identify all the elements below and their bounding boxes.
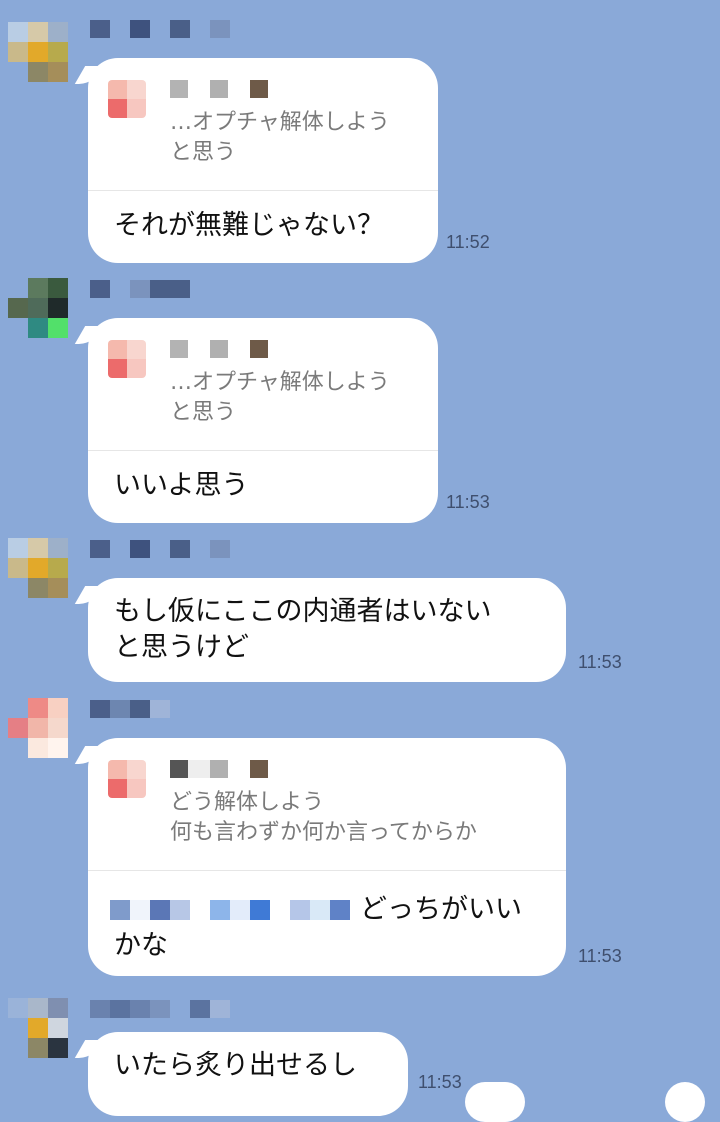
message-bubble[interactable]: いたら炙り出せるし <box>88 1032 408 1116</box>
sender-name-redacted <box>90 700 170 718</box>
message-bubble-partial[interactable] <box>465 1082 525 1122</box>
chat-message-list[interactable]: …オプチャ解体しよう と思う それが無難じゃない？ 11:52 …オプチャ解体し… <box>0 0 720 1122</box>
message-timestamp: 11:53 <box>446 492 490 512</box>
sender-name-redacted <box>90 280 190 298</box>
reply-quote[interactable]: …オプチャ解体しよう と思う <box>88 318 438 451</box>
reply-quote[interactable]: どう解体しよう 何も言わずか何か言ってからか <box>88 738 566 871</box>
message-text: いたら炙り出せるし <box>114 1050 357 1081</box>
reply-quote-text: …オプチャ解体しよう と思う <box>170 370 390 425</box>
reply-quote-text: どう解体しよう 何も言わずか何か言ってからか <box>170 790 477 845</box>
message-timestamp: 11:53 <box>578 652 622 672</box>
message-bubble[interactable]: …オプチャ解体しよう と思う いいよ思う <box>88 318 438 523</box>
sender-avatar[interactable] <box>8 698 68 758</box>
message-timestamp: 11:53 <box>418 1072 462 1092</box>
sender-name-redacted <box>90 540 230 558</box>
message-text: それが無難じゃない？ <box>114 210 384 241</box>
message-text: どっちがいい かな <box>114 894 522 961</box>
reply-sender-name-redacted <box>170 340 268 358</box>
reply-sender-name-redacted <box>170 80 268 98</box>
message-timestamp: 11:53 <box>578 946 622 966</box>
reply-avatar-thumbnail <box>108 340 146 378</box>
reply-quote[interactable]: …オプチャ解体しよう と思う <box>88 58 438 191</box>
sender-avatar[interactable] <box>8 998 68 1058</box>
message-bubble-partial[interactable] <box>665 1082 705 1122</box>
sender-avatar[interactable] <box>8 278 68 338</box>
message-bubble[interactable]: …オプチャ解体しよう と思う それが無難じゃない？ <box>88 58 438 263</box>
sender-avatar[interactable] <box>8 538 68 598</box>
message-timestamp: 11:52 <box>446 232 490 252</box>
message-bubble[interactable]: どう解体しよう 何も言わずか何か言ってからか どっちがいい かな <box>88 738 566 976</box>
sender-name-redacted <box>90 1000 230 1018</box>
reply-sender-name-redacted <box>170 760 268 778</box>
sender-avatar[interactable] <box>8 22 68 82</box>
reply-avatar-thumbnail <box>108 760 146 798</box>
message-text: もし仮にここの内通者はいない と思うけど <box>114 596 492 663</box>
message-bubble[interactable]: もし仮にここの内通者はいない と思うけど <box>88 578 566 682</box>
reply-avatar-thumbnail <box>108 80 146 118</box>
reply-quote-text: …オプチャ解体しよう と思う <box>170 110 390 165</box>
sender-name-redacted <box>90 20 230 38</box>
message-text: いいよ思う <box>114 470 249 501</box>
